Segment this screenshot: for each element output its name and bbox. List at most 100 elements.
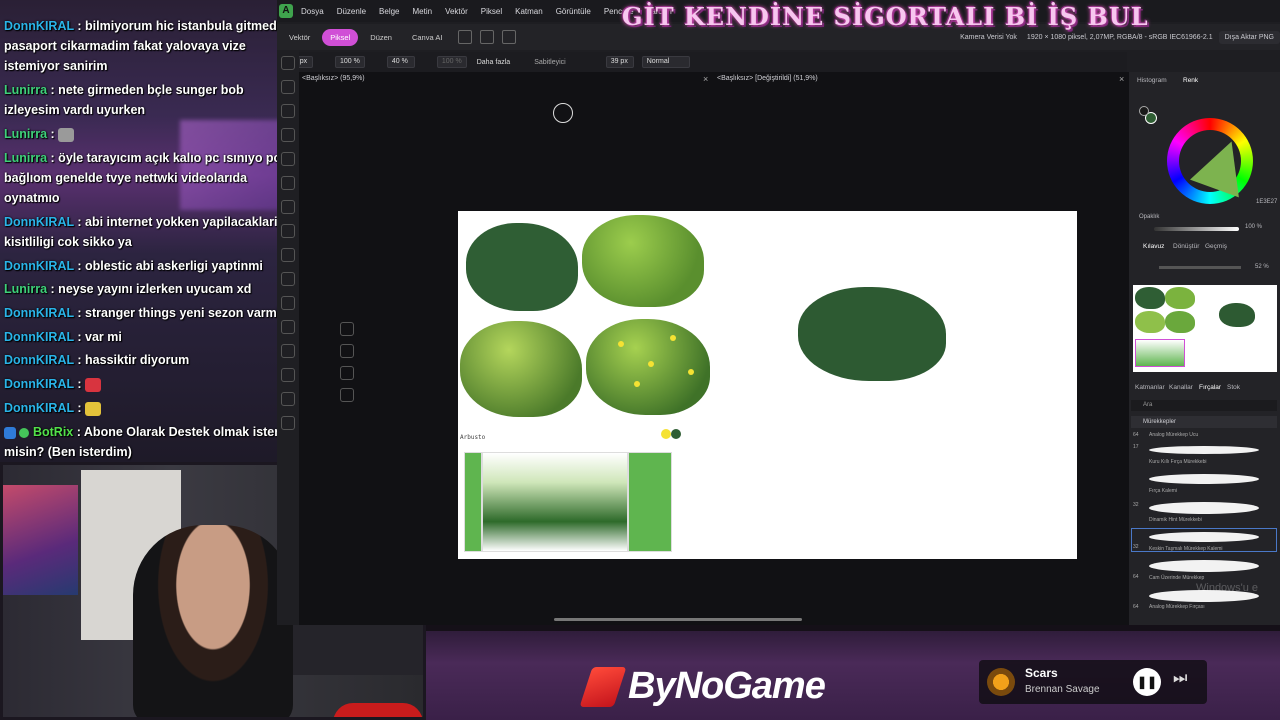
lasso-tool-icon[interactable] [281,104,295,118]
menu-file[interactable]: Dosya [301,7,324,16]
tab-untitled-2[interactable]: <Başlıksız> [Değiştirildi] (51,9%) [717,75,818,82]
nav-bush [1135,311,1165,333]
chat-message: BotRix : Abone Olarak Destek olmak ister… [4,422,298,462]
tab-channels[interactable]: Kanallar [1169,384,1193,391]
chat-message: Lunirra : [4,124,298,144]
red-cup [333,703,423,717]
green-color-dot [671,429,681,439]
text-tool-icon[interactable] [281,320,295,334]
select-tool-icon[interactable] [281,80,295,94]
horizontal-scrollbar[interactable] [554,618,802,621]
chat-text: : [77,377,82,391]
eyedropper-tool-icon[interactable] [281,344,295,358]
brush-preview[interactable] [1149,532,1259,542]
chat-username: DonnKIRAL [4,306,74,320]
hand-tool-icon[interactable] [281,392,295,406]
color-wheel[interactable] [1167,118,1256,204]
tab-histogram[interactable]: Histogram [1137,77,1167,84]
zoom-tool-icon[interactable] [281,368,295,382]
menu-document[interactable]: Belge [379,7,399,16]
drawing-canvas[interactable]: Arbusto [458,211,1077,559]
eraser-tool-icon[interactable] [281,176,295,190]
crosshair-icon[interactable] [340,388,354,402]
clone-tool-icon[interactable] [281,248,295,262]
close-tab-icon[interactable]: × [703,74,708,84]
tab-layers[interactable]: Katmanlar [1135,384,1165,391]
brush-tool-icon[interactable] [281,152,295,166]
export-png-button[interactable]: Dışa Aktar PNG [1218,30,1280,44]
vector-persona-button[interactable]: Vektör [281,29,318,46]
width-field[interactable]: 39 px [605,56,634,68]
nav-bush [1135,287,1165,309]
menu-pixel[interactable]: Piksel [481,7,502,16]
doc-info: 1920 × 1080 piksel, 2,07MP, RGBA/8 - sRG… [1026,33,1213,41]
tools-panel [277,50,299,620]
brush-category-select[interactable]: Mürekkepler [1131,416,1277,428]
snapping-icon[interactable] [480,30,495,44]
tab-navigator[interactable]: Kılavuz [1143,243,1164,250]
layout-persona-button[interactable]: Düzen [362,29,400,46]
secondary-color-swatch[interactable] [1139,106,1149,116]
brush-size: 32 [1133,544,1139,550]
bush-sketch-light [582,215,704,307]
tab-color[interactable]: Renk [1183,77,1198,84]
brush-preview[interactable] [1149,560,1259,572]
color-triangle[interactable] [1190,132,1256,198]
tab-stock[interactable]: Stok [1227,384,1240,391]
move-tool-icon[interactable] [281,56,295,70]
zoom-value[interactable]: 52 % [1255,264,1269,270]
nav-bush [1219,303,1255,327]
zoom-slider[interactable] [1159,266,1241,269]
color-swatch-icon[interactable] [281,416,295,430]
blend-mode-select[interactable]: Normal [641,56,690,68]
streamer [133,525,293,717]
grid-icon[interactable] [502,30,517,44]
brush-preview[interactable] [1149,502,1259,514]
opacity-slider[interactable] [1154,227,1239,231]
canva-ai-button[interactable]: Canva AI [404,29,450,46]
pen-icon[interactable] [340,322,354,336]
shape-tool-icon[interactable] [281,296,295,310]
tab-history[interactable]: Geçmiş [1205,243,1227,250]
flow-field[interactable]: 40 % [386,56,415,68]
menu-edit[interactable]: Düzenle [337,7,366,16]
menu-view[interactable]: Görüntüle [556,7,591,16]
crop-tool-icon[interactable] [281,128,295,142]
gradient-tool-icon[interactable] [281,224,295,238]
hardness-field[interactable]: 100 % [436,56,467,68]
app-logo-icon[interactable]: A [279,4,293,18]
chat-text: : oblestic abi askerligi yaptinmi [77,259,263,273]
opacity-field[interactable]: 100 % [335,56,365,68]
tab-untitled-1[interactable]: <Başlıksız> (95,9%) [302,75,365,82]
brand-name: ByNoGame [628,665,826,707]
smooth-icon[interactable] [340,366,354,380]
pixel-persona-button[interactable]: Piksel [322,28,359,46]
brush-search-input[interactable]: Ara [1131,400,1277,411]
menu-vector[interactable]: Vektör [445,7,468,16]
chat-message: DonnKIRAL : stranger things yeni sezon v… [4,303,298,323]
chat-text: : [50,127,55,141]
brush-name: Analog Mürekkep Ucu [1149,432,1199,438]
bush-sketch-dark [466,223,578,311]
more-icon[interactable] [458,30,473,44]
hex-value[interactable]: 1E3E27 [1256,199,1277,205]
skip-next-icon[interactable]: ⏭ [1173,670,1187,688]
brush-preview[interactable] [1149,474,1259,484]
vector-persona-label: Vektör [289,32,311,42]
pause-icon[interactable]: ❚❚ [1133,668,1161,696]
smudge-tool-icon[interactable] [281,272,295,286]
opacity-value[interactable]: 100 % [1245,224,1262,230]
navigator-preview[interactable] [1133,285,1277,372]
stabilizer-toggle[interactable]: Sabitleyici [534,59,566,66]
fill-tool-icon[interactable] [281,200,295,214]
tab-transform[interactable]: Dönüştür [1173,243,1199,250]
brush-name: Kuru Kıllı Fırça Mürekkebi [1149,459,1207,465]
menu-text[interactable]: Metin [413,7,433,16]
menu-layer[interactable]: Katman [515,7,543,16]
stroke-icon[interactable] [340,344,354,358]
close-panel-icon[interactable]: × [1119,74,1124,84]
more-options-button[interactable]: Daha fazla [477,59,510,66]
bush-sketch-shaded [460,321,582,417]
tab-brushes[interactable]: Fırçalar [1199,384,1221,391]
brush-preview[interactable] [1149,446,1259,454]
